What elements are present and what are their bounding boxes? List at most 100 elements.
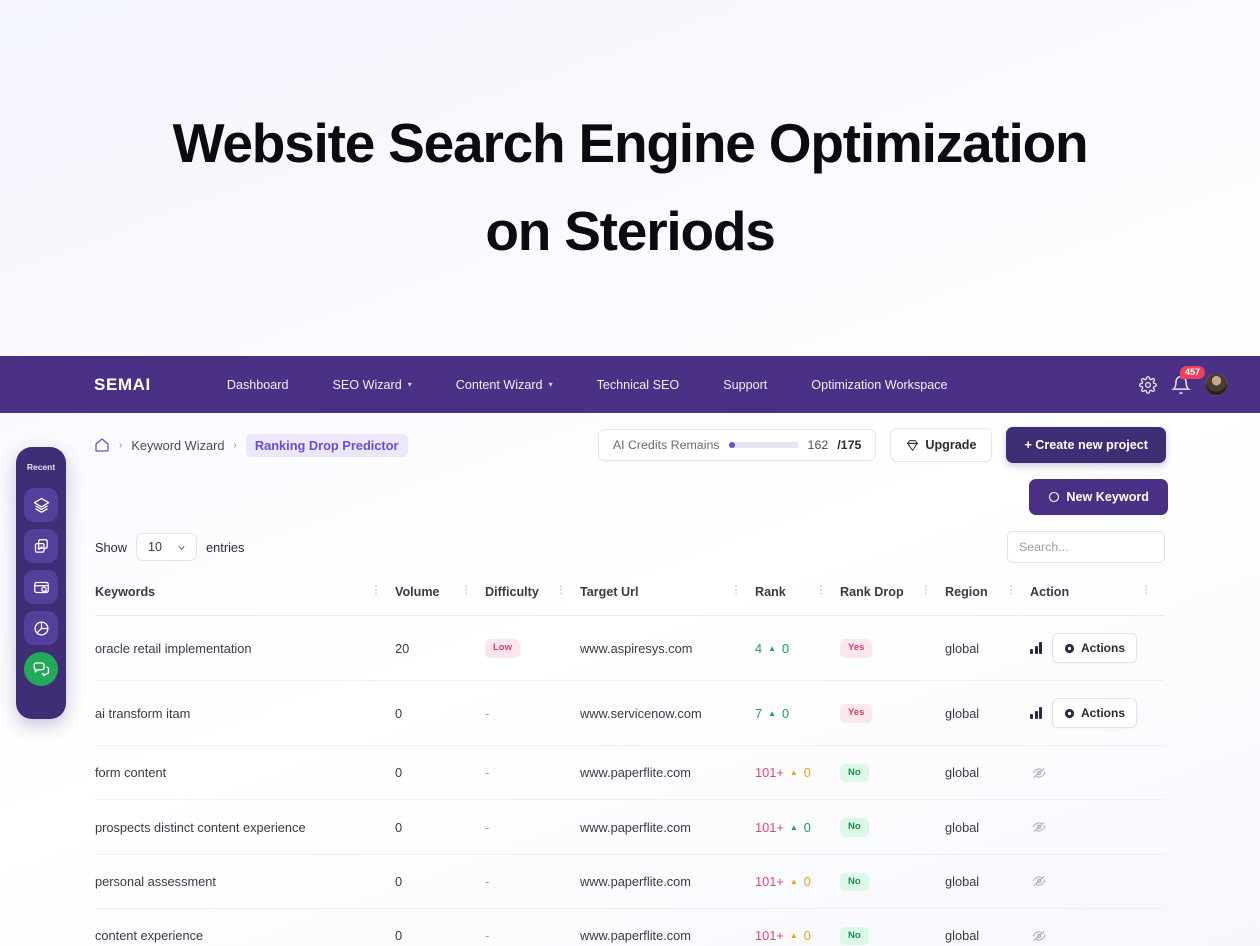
cell-difficulty-wrap: - — [485, 799, 580, 855]
breadcrumb-separator: › — [233, 439, 237, 451]
cell-region: global — [945, 908, 1030, 946]
sidebar-item-duplicate-check[interactable] — [24, 529, 58, 563]
table-row[interactable]: ai transform itam 0 - www.servicenow.com… — [95, 680, 1165, 746]
nav-item-dashboard[interactable]: Dashboard — [205, 372, 311, 398]
cell-volume: 20 — [395, 615, 485, 681]
eye-off-icon[interactable] — [1030, 929, 1048, 943]
actions-button[interactable]: Actions — [1052, 633, 1138, 663]
rank-delta: 0 — [782, 705, 790, 721]
table-row[interactable]: personal assessment 0 - www.paperflite.c… — [95, 854, 1165, 910]
cell-action: Actions — [1030, 680, 1165, 746]
hero-title-line2: on Steriods — [485, 200, 776, 262]
sort-icon[interactable]: ⋮ — [816, 586, 826, 596]
table-header-row: Keywords ⋮ Volume ⋮ Difficulty ⋮ Target … — [95, 577, 1165, 616]
notifications-button[interactable]: 457 — [1171, 365, 1206, 395]
breadcrumb-current[interactable]: Ranking Drop Predictor — [245, 433, 408, 457]
sort-icon[interactable]: ⋮ — [556, 586, 566, 596]
bar-chart-icon[interactable] — [1030, 707, 1042, 719]
nav-label: Dashboard — [226, 377, 289, 392]
cell-target-url: www.paperflite.com — [580, 854, 755, 910]
bar-chart-icon[interactable] — [1030, 642, 1042, 654]
trend-up-icon: ▲ — [768, 708, 777, 718]
col-volume[interactable]: Volume ⋮ — [395, 577, 485, 616]
cell-region: global — [945, 854, 1030, 910]
cell-action — [1030, 908, 1165, 946]
layers-icon — [33, 497, 49, 513]
nav-label: Support — [723, 377, 768, 392]
nav-item-seo-wizard[interactable]: SEO Wizard ▾ — [310, 372, 433, 398]
col-keywords[interactable]: Keywords ⋮ — [95, 577, 395, 616]
sidebar-item-card-search[interactable] — [24, 570, 58, 604]
table-row[interactable]: oracle retail implementation 20 Low www.… — [95, 615, 1165, 681]
col-label: Volume — [395, 585, 440, 599]
difficulty-badge: Low — [485, 639, 520, 658]
home-icon[interactable] — [94, 437, 110, 453]
cell-rank: 101+ ▲ 0 — [755, 745, 840, 801]
sidebar-item-pie-chart[interactable] — [24, 611, 58, 645]
nav-item-support[interactable]: Support — [701, 372, 789, 398]
cell-action — [1030, 799, 1165, 855]
table-body: oracle retail implementation 20 Low www.… — [95, 615, 1165, 946]
sort-icon[interactable]: ⋮ — [921, 586, 931, 596]
eye-off-icon[interactable] — [1030, 766, 1048, 780]
app-logo[interactable]: SEMAI — [94, 375, 151, 395]
sidebar-title: Recent — [26, 462, 56, 472]
sort-icon[interactable]: ⋮ — [731, 586, 741, 596]
col-target-url[interactable]: Target Url ⋮ — [580, 577, 755, 616]
cell-difficulty-wrap: Low — [485, 615, 580, 681]
gear-icon[interactable] — [1139, 375, 1157, 394]
sort-icon[interactable]: ⋮ — [461, 586, 471, 596]
col-rank-drop[interactable]: Rank Drop ⋮ — [840, 577, 945, 616]
cell-rank-drop: Yes — [840, 615, 945, 681]
actions-label: Actions — [1081, 706, 1126, 720]
sort-icon[interactable]: ⋮ — [371, 586, 381, 596]
ai-credits-used: 162 — [807, 438, 829, 452]
cell-keyword: prospects distinct content experience — [95, 799, 395, 855]
col-difficulty[interactable]: Difficulty ⋮ — [485, 577, 580, 616]
cell-rank-drop: No — [840, 854, 945, 910]
table-row[interactable]: form content 0 - www.paperflite.com 101+… — [95, 745, 1165, 801]
chevron-down-icon: ▾ — [407, 380, 412, 389]
create-new-project-button[interactable]: + Create new project — [1006, 427, 1166, 463]
cell-region: global — [945, 799, 1030, 855]
sort-icon[interactable]: ⋮ — [1006, 586, 1016, 596]
new-keyword-label: New Keyword — [1066, 490, 1149, 504]
avatar[interactable] — [1205, 373, 1228, 396]
new-keyword-button[interactable]: New Keyword — [1029, 479, 1168, 515]
trend-up-icon: ▲ — [789, 822, 798, 832]
sidebar-item-layers[interactable] — [24, 488, 58, 522]
action-cell — [1030, 766, 1165, 780]
eye-off-icon[interactable] — [1030, 820, 1048, 834]
search-input[interactable] — [1007, 531, 1165, 563]
nav-item-technical-seo[interactable]: Technical SEO — [575, 372, 702, 398]
nav-item-content-wizard[interactable]: Content Wizard ▾ — [434, 372, 575, 398]
sort-icon[interactable]: ⋮ — [1141, 586, 1151, 596]
table-row[interactable]: content experience 0 - www.paperflite.co… — [95, 908, 1165, 946]
breadcrumb: › Keyword Wizard › Ranking Drop Predicto… — [94, 433, 598, 457]
rank-delta: 0 — [782, 640, 790, 656]
col-region[interactable]: Region ⋮ — [945, 577, 1030, 616]
actions-label: Actions — [1081, 641, 1126, 655]
upgrade-button[interactable]: Upgrade — [890, 428, 993, 462]
actions-button[interactable]: Actions — [1052, 698, 1138, 728]
col-rank[interactable]: Rank ⋮ — [755, 577, 840, 616]
nav-item-optimization-workspace[interactable]: Optimization Workspace — [789, 372, 969, 398]
diamond-icon — [907, 439, 919, 451]
table-row[interactable]: prospects distinct content experience 0 … — [95, 799, 1165, 855]
breadcrumb-parent[interactable]: Keyword Wizard — [131, 438, 224, 453]
cell-target-url: www.servicenow.com — [580, 680, 755, 746]
entries-per-page-select[interactable]: 10 — [136, 533, 198, 561]
sidebar-item-chat[interactable] — [24, 652, 58, 686]
ai-credits-meter: AI Credits Remains 162 /175 — [597, 429, 877, 461]
nav-label: Optimization Workspace — [811, 377, 948, 392]
cell-keyword: content experience — [95, 908, 395, 946]
ai-credits-progress-fill — [728, 442, 735, 448]
eye-off-icon[interactable] — [1030, 874, 1048, 888]
cell-rank-drop: No — [840, 745, 945, 801]
action-cell: Actions — [1030, 633, 1165, 663]
ai-credits-label: AI Credits Remains — [612, 438, 720, 452]
rank-delta: 0 — [803, 765, 811, 781]
trend-up-icon: ▲ — [768, 643, 777, 653]
col-action[interactable]: Action ⋮ — [1030, 577, 1165, 616]
rank-delta: 0 — [803, 819, 811, 835]
